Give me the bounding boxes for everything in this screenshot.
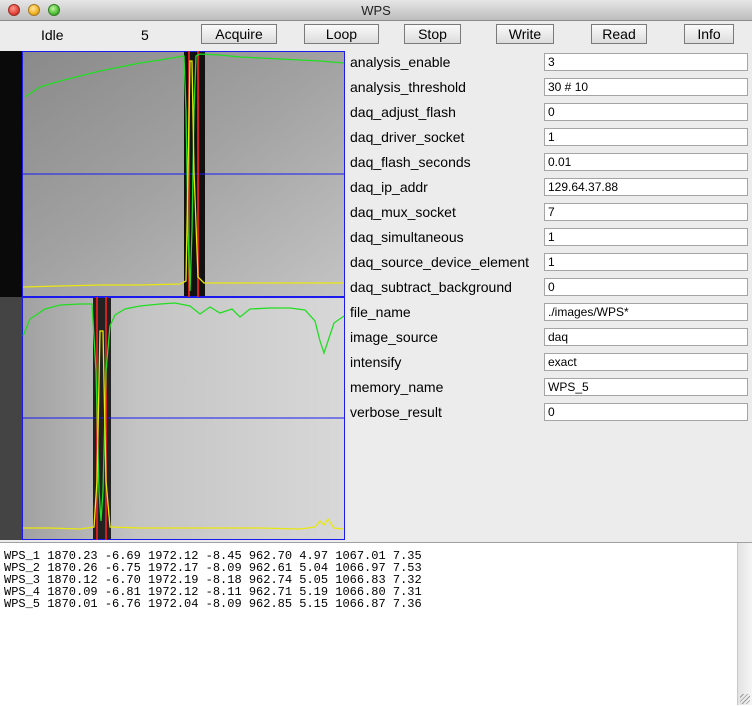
param-label: daq_ip_addr — [350, 179, 428, 195]
result-line: WPS_5 1870.01 -6.76 1972.04 -8.09 962.85… — [4, 597, 422, 611]
results-text-area[interactable]: WPS_1 1870.23 -6.69 1972.12 -8.45 962.70… — [0, 542, 752, 706]
param-field-daq-mux-socket[interactable] — [544, 203, 748, 221]
param-label: daq_subtract_background — [350, 279, 512, 295]
param-field-intensify[interactable] — [544, 353, 748, 371]
wire-profile-images — [0, 51, 345, 540]
param-field-daq-simultaneous[interactable] — [544, 228, 748, 246]
param-label: daq_source_device_element — [350, 254, 530, 270]
dark-edge — [0, 51, 22, 297]
param-label: daq_adjust_flash — [350, 104, 456, 120]
param-label: daq_driver_socket — [350, 129, 465, 145]
param-label: daq_flash_seconds — [350, 154, 471, 170]
param-field-daq-ip-addr[interactable] — [544, 178, 748, 196]
param-field-memory-name[interactable] — [544, 378, 748, 396]
resize-grip-icon[interactable] — [740, 694, 750, 704]
read-button[interactable]: Read — [591, 24, 647, 44]
param-field-daq-adjust-flash[interactable] — [544, 103, 748, 121]
window-title: WPS — [361, 3, 391, 18]
param-label: file_name — [350, 304, 411, 320]
param-field-analysis-threshold[interactable] — [544, 78, 748, 96]
image-display[interactable] — [0, 51, 345, 540]
param-label: analysis_threshold — [350, 79, 466, 95]
param-field-verbose-result[interactable] — [544, 403, 748, 421]
param-label: intensify — [350, 354, 402, 370]
param-field-daq-source-device-element[interactable] — [544, 253, 748, 271]
param-field-daq-subtract-background[interactable] — [544, 278, 748, 296]
param-label: memory_name — [350, 379, 444, 395]
param-field-file-name[interactable] — [544, 303, 748, 321]
status-text: Idle — [41, 27, 64, 43]
param-field-image-source[interactable] — [544, 328, 748, 346]
stop-button[interactable]: Stop — [404, 24, 461, 44]
info-button[interactable]: Info — [684, 24, 734, 44]
param-label: verbose_result — [350, 404, 442, 420]
title-bar: WPS — [0, 0, 752, 21]
param-label: image_source — [350, 329, 438, 345]
dark-edge-bottom — [0, 297, 22, 540]
param-field-daq-driver-socket[interactable] — [544, 128, 748, 146]
param-label: daq_mux_socket — [350, 204, 456, 220]
results-scrollbar[interactable] — [737, 543, 752, 705]
param-field-daq-flash-seconds[interactable] — [544, 153, 748, 171]
image-counter: 5 — [141, 27, 149, 43]
param-label: analysis_enable — [350, 54, 451, 70]
loop-button[interactable]: Loop — [304, 24, 379, 44]
param-field-analysis-enable[interactable] — [544, 53, 748, 71]
param-label: daq_simultaneous — [350, 229, 464, 245]
write-button[interactable]: Write — [496, 24, 554, 44]
acquire-button[interactable]: Acquire — [201, 24, 277, 44]
